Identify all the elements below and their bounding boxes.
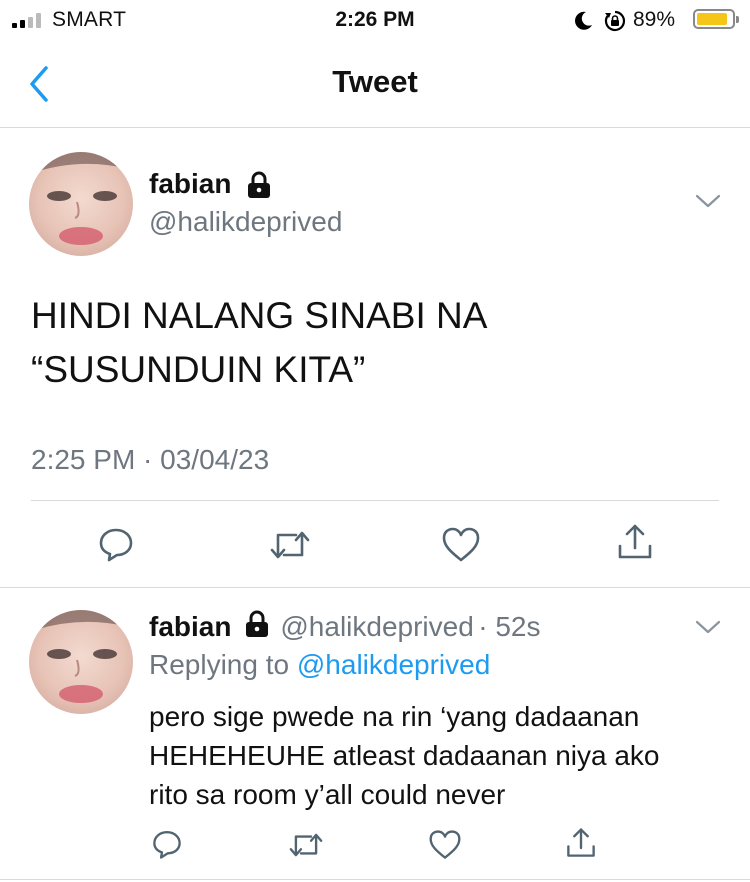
section-divider — [0, 587, 750, 588]
reply-text-line: rito sa room y’all could never — [149, 779, 506, 810]
like-icon[interactable] — [428, 829, 462, 861]
chevron-down-icon[interactable] — [694, 618, 722, 636]
share-icon[interactable] — [616, 522, 654, 562]
battery-percent: 89% — [633, 8, 676, 31]
reply-text: pero sige pwede na rin ‘yang dadaanan HE… — [149, 697, 660, 814]
replying-to-label: Replying to — [149, 649, 290, 680]
chevron-down-icon[interactable] — [694, 192, 722, 210]
replying-to: Replying to @halikdeprived — [149, 649, 490, 681]
tweet-divider — [31, 500, 719, 501]
retweet-icon[interactable] — [287, 829, 325, 861]
author-handle[interactable]: @halikdeprived — [149, 206, 342, 238]
lock-icon — [248, 171, 270, 198]
page-title: Tweet — [332, 64, 418, 99]
tweet-text-line: HINDI NALANG SINABI NA — [31, 295, 488, 336]
author-name[interactable]: fabian — [149, 168, 231, 200]
status-bar: SMART 2:26 PM 89% — [0, 0, 750, 44]
author-name[interactable]: fabian — [149, 611, 231, 642]
reply-icon[interactable] — [97, 525, 135, 563]
like-icon[interactable] — [441, 526, 481, 564]
share-icon[interactable] — [565, 826, 597, 860]
reply-text-line: pero sige pwede na rin ‘yang dadaanan — [149, 701, 640, 732]
lock-icon — [245, 610, 268, 637]
rotation-lock-icon — [604, 10, 626, 32]
replying-to-link[interactable]: @halikdeprived — [297, 649, 490, 680]
tweet-text: HINDI NALANG SINABI NA “SUSUNDUIN KITA” — [31, 289, 487, 397]
nav-divider — [0, 127, 750, 128]
tweet-text-line: “SUSUNDUIN KITA” — [31, 349, 366, 390]
section-divider — [0, 879, 750, 880]
avatar[interactable] — [29, 152, 133, 256]
reply-time: · 52s — [478, 611, 541, 642]
retweet-icon[interactable] — [268, 526, 312, 564]
reply-text-line: HEHEHEUHE atleast dadaanan niya ako — [149, 740, 660, 771]
avatar[interactable] — [29, 610, 133, 714]
moon-icon — [575, 11, 592, 30]
battery-icon — [693, 9, 739, 29]
reply-header: fabian @halikdeprived · 52s — [149, 610, 541, 643]
reply-icon[interactable] — [151, 828, 183, 860]
author-handle[interactable]: @halikdeprived — [280, 611, 473, 642]
tweet-timestamp: 2:25 PM · 03/04/23 — [31, 444, 270, 475]
